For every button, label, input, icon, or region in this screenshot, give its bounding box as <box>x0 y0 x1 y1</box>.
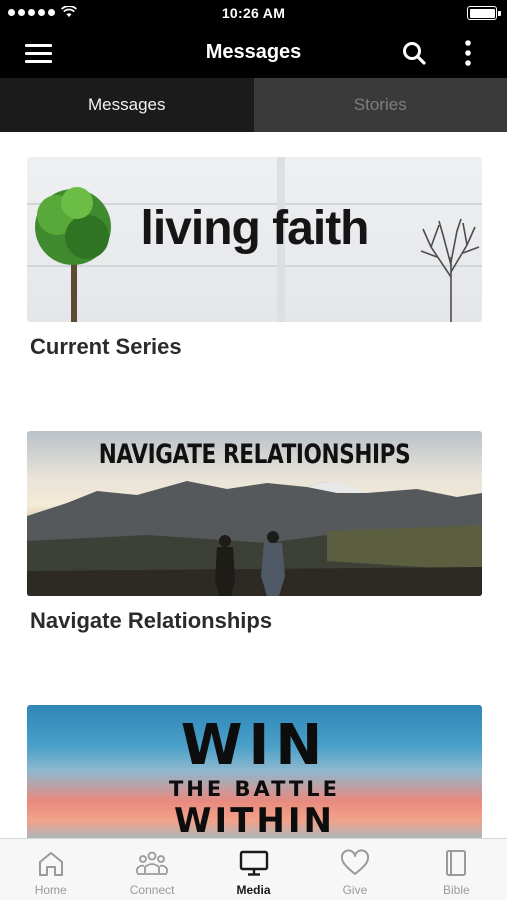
tab-connect-label: Connect <box>129 883 175 897</box>
tab-give-label: Give <box>342 883 368 897</box>
media-icon <box>239 850 268 876</box>
tab-stories[interactable]: Stories <box>253 78 507 132</box>
tab-give[interactable]: Give <box>304 839 405 900</box>
segment-tabs: Messages Stories <box>0 78 507 132</box>
tab-bible-label: Bible <box>442 883 470 897</box>
series-image[interactable]: NAVIGATE RELATIONSHIPS <box>27 431 482 596</box>
series-card[interactable]: living faith Current Series <box>27 157 482 360</box>
tab-connect[interactable]: Connect <box>101 839 202 900</box>
status-time: 10:26 AM <box>221 5 286 21</box>
page-title: Messages <box>205 41 302 63</box>
tab-home-label: Home <box>34 883 67 897</box>
nav-bar: Messages <box>0 28 507 78</box>
bottom-tab-bar: Home Connect Media Give Bible <box>0 838 507 900</box>
home-icon <box>38 852 63 876</box>
series-image-title-line2: THE BATTLE <box>168 777 341 801</box>
tab-bible[interactable]: Bible <box>406 839 507 900</box>
search-icon[interactable] <box>401 40 427 66</box>
status-bar: 10:26 AM <box>0 0 507 28</box>
tab-media-label: Media <box>236 883 271 897</box>
tab-home[interactable]: Home <box>0 839 101 900</box>
bible-icon <box>446 850 467 876</box>
series-card[interactable]: NAVIGATE RELATIONSHIPS Navigate Relation… <box>27 431 482 634</box>
series-image-title-line1: WIN <box>180 713 329 778</box>
series-title[interactable]: Navigate Relationships <box>30 608 482 634</box>
series-title[interactable]: Current Series <box>30 334 482 360</box>
series-image-title: NAVIGATE RELATIONSHIPS <box>98 439 411 470</box>
series-image-title-line3: WITHIN <box>174 801 335 841</box>
connect-icon <box>136 851 169 875</box>
battery-icon <box>467 6 501 20</box>
more-options-icon[interactable] <box>456 39 480 67</box>
tab-media[interactable]: Media <box>203 839 304 900</box>
series-image-title: living faith <box>140 202 370 255</box>
series-image[interactable]: living faith <box>27 157 482 322</box>
tab-messages[interactable]: Messages <box>0 78 254 132</box>
heart-icon <box>340 849 369 875</box>
